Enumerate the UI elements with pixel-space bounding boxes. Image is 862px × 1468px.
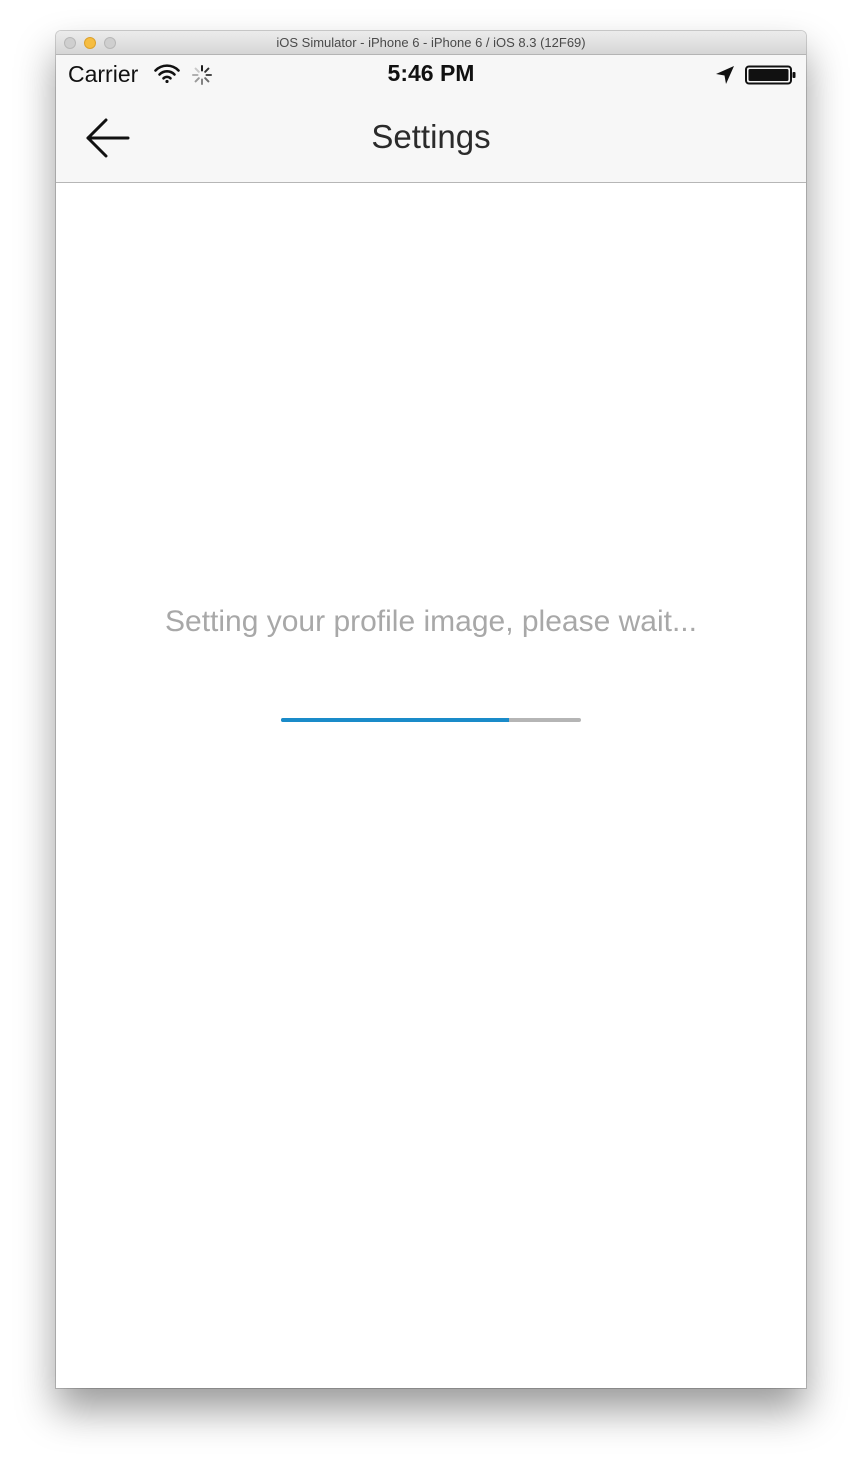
main-content: Setting your profile image, please wait.… (56, 183, 806, 1388)
status-bar: Carrier 5:46 PM (56, 55, 806, 95)
simulator-window: iOS Simulator - iPhone 6 - iPhone 6 / iO… (56, 31, 806, 1388)
progress-bar-fill (281, 718, 509, 722)
window-title: iOS Simulator - iPhone 6 - iPhone 6 / iO… (276, 35, 586, 50)
loading-message: Setting your profile image, please wait.… (165, 605, 697, 638)
upload-progress-bar (281, 718, 581, 722)
status-clock: 5:46 PM (387, 60, 475, 86)
arrow-left-icon (86, 118, 130, 158)
battery-icon (745, 65, 797, 90)
location-arrow-icon (715, 65, 735, 90)
window-titlebar: iOS Simulator - iPhone 6 - iPhone 6 / iO… (56, 31, 806, 55)
back-button[interactable] (76, 111, 140, 165)
page-title: Settings (371, 118, 491, 155)
navigation-bar: Settings (56, 95, 806, 183)
